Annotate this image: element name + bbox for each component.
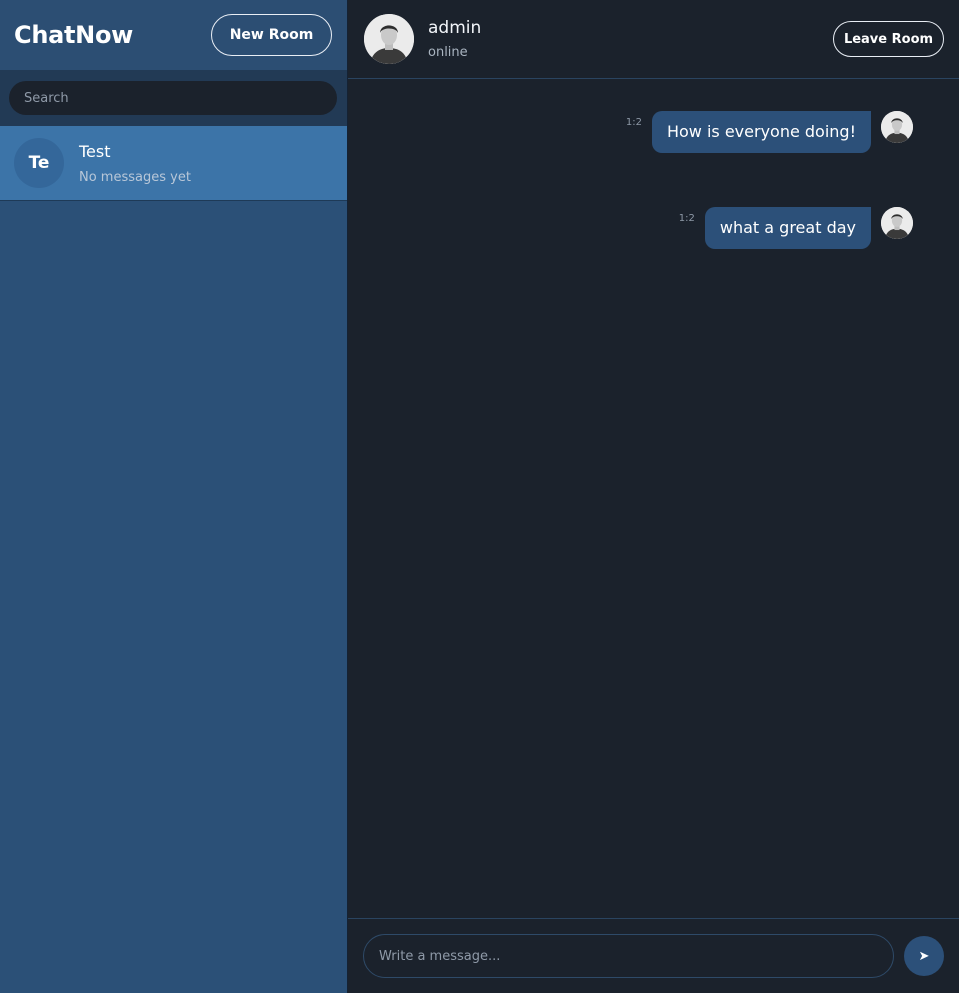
- new-room-button[interactable]: New Room: [211, 14, 332, 56]
- sidebar: ChatNow New Room Te Test No messages yet: [0, 0, 348, 993]
- user-avatar-icon: [364, 14, 414, 64]
- message-list: 1:2 How is everyone doing! 1:2 what a gr…: [348, 79, 959, 918]
- message-row: 1:2 what a great day: [348, 207, 913, 249]
- chat-user-info: admin online: [428, 18, 833, 60]
- user-avatar-icon: [881, 111, 913, 143]
- room-name: Test: [79, 141, 111, 161]
- message-time: 1:2: [678, 213, 695, 224]
- message-bubble: How is everyone doing!: [651, 111, 871, 153]
- app-title: ChatNow: [14, 21, 134, 49]
- message-input[interactable]: [363, 934, 894, 978]
- send-icon: ➤: [918, 948, 930, 963]
- message-bubble: what a great day: [704, 207, 871, 249]
- chat-user-name: admin: [428, 18, 482, 38]
- search-input[interactable]: [9, 81, 337, 115]
- room-preview: No messages yet: [79, 169, 191, 185]
- user-avatar-icon: [881, 207, 913, 239]
- search-bar: [0, 70, 347, 126]
- send-button[interactable]: ➤: [904, 936, 944, 976]
- leave-room-button[interactable]: Leave Room: [833, 21, 944, 57]
- message-composer: ➤: [348, 918, 959, 993]
- room-item-test[interactable]: Te Test No messages yet: [0, 126, 347, 201]
- room-text: Test No messages yet: [79, 142, 191, 185]
- chat-header: admin online Leave Room: [348, 0, 959, 79]
- chat-user-status: online: [428, 45, 468, 60]
- chat-panel: admin online Leave Room 1:2 How is every…: [348, 0, 959, 993]
- message-time: 1:2: [625, 117, 642, 128]
- sidebar-header: ChatNow New Room: [0, 0, 347, 70]
- message-row: 1:2 How is everyone doing!: [348, 111, 913, 153]
- room-avatar: Te: [14, 138, 64, 188]
